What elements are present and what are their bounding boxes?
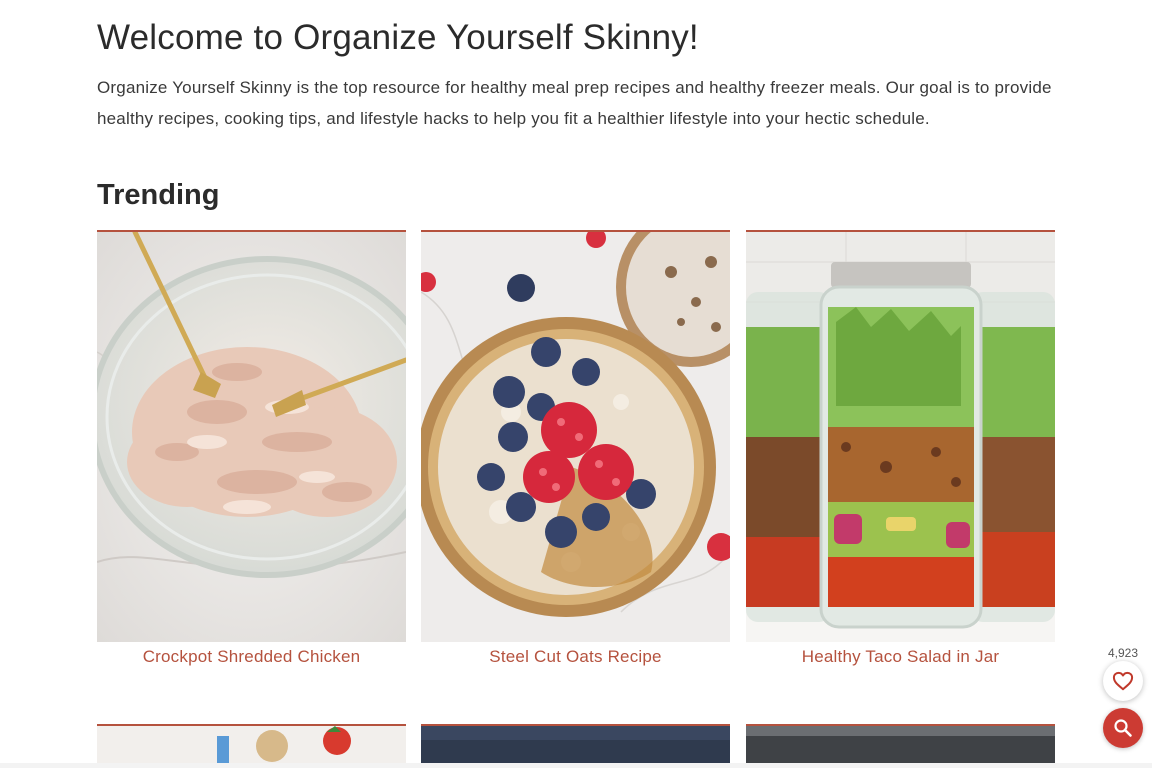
favorite-button[interactable] <box>1103 661 1143 701</box>
page: Welcome to Organize Yourself Skinny! Org… <box>0 0 1152 768</box>
recipe-image-row2-2[interactable] <box>421 724 730 768</box>
heart-icon <box>1112 671 1134 691</box>
page-title: Welcome to Organize Yourself Skinny! <box>97 18 699 57</box>
recipe-link-shredded-chicken[interactable]: Crockpot Shredded Chicken <box>97 647 406 667</box>
trending-heading: Trending <box>97 179 220 211</box>
recipe-image-shredded-chicken[interactable] <box>97 230 406 642</box>
search-button[interactable] <box>1103 708 1143 748</box>
intro-description: Organize Yourself Skinny is the top reso… <box>97 78 1052 128</box>
recipe-card-steel-cut-oats[interactable]: Steel Cut Oats Recipe <box>421 230 730 667</box>
recipe-link-steel-cut-oats[interactable]: Steel Cut Oats Recipe <box>421 647 730 667</box>
bottom-divider <box>0 763 1152 768</box>
search-icon <box>1114 719 1132 737</box>
recipe-image-row2-1[interactable] <box>97 724 406 768</box>
recipe-card-row2-1[interactable] <box>97 724 406 768</box>
intro-section: Welcome to Organize Yourself Skinny! Org… <box>97 14 1057 134</box>
recipe-link-taco-salad-jar[interactable]: Healthy Taco Salad in Jar <box>746 647 1055 667</box>
recipe-image-taco-salad-jar[interactable] <box>746 230 1055 642</box>
recipe-card-row2-2[interactable] <box>421 724 730 768</box>
recipe-image-row2-3[interactable] <box>746 724 1055 768</box>
recipe-card-row2-3[interactable] <box>746 724 1055 768</box>
recipe-image-steel-cut-oats[interactable] <box>421 230 730 642</box>
recipe-card-shredded-chicken[interactable]: Crockpot Shredded Chicken <box>97 230 406 667</box>
recipe-card-taco-salad-jar[interactable]: Healthy Taco Salad in Jar <box>746 230 1055 667</box>
favorite-count: 4,923 <box>1107 646 1139 660</box>
